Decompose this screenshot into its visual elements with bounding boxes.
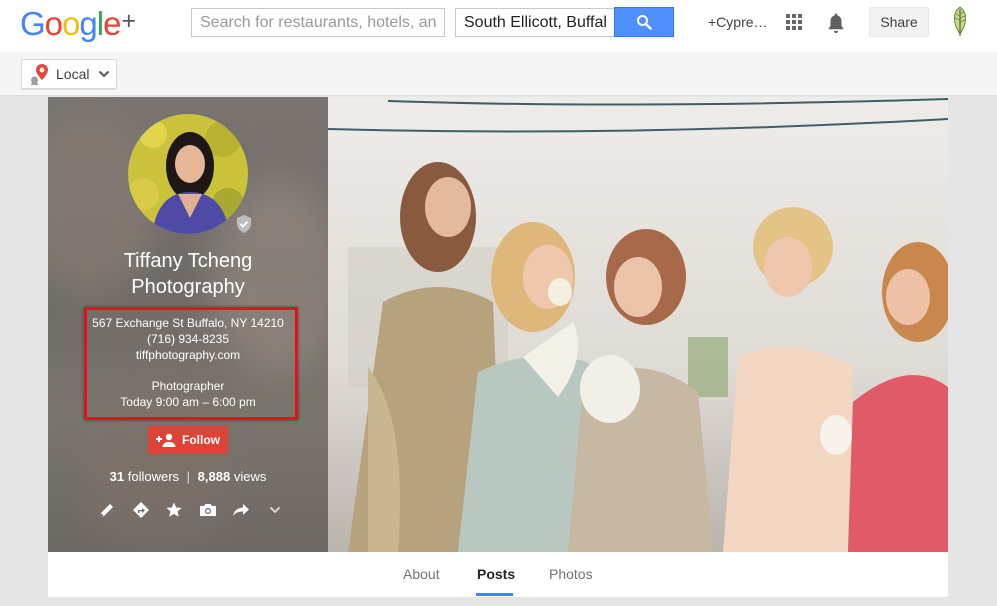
profile-avatar[interactable] [128, 114, 248, 234]
camera-icon[interactable] [197, 499, 219, 521]
logo-letter: o [44, 5, 63, 42]
tab-posts[interactable]: Posts [477, 566, 515, 582]
cover-photo-image [328, 97, 948, 552]
notifications-bell-icon[interactable] [826, 12, 846, 34]
google-plus-logo[interactable]: Google+ [20, 5, 136, 43]
action-icons-row [96, 498, 286, 522]
directions-icon[interactable] [130, 499, 152, 521]
logo-letter: G [20, 5, 46, 42]
phone-text[interactable]: (716) 934-8235 [48, 331, 328, 347]
page-tabs: About Posts Photos [48, 552, 948, 597]
cover-photo[interactable] [328, 97, 948, 552]
chevron-down-icon[interactable] [264, 499, 286, 521]
business-name-line2: Photography [131, 276, 245, 298]
active-tab-indicator [476, 593, 513, 596]
address-text[interactable]: 567 Exchange St Buffalo, NY 14210 [48, 315, 328, 331]
verified-shield-icon [237, 215, 251, 233]
page-stats: 31 followers | 8,888 views [48, 469, 328, 484]
share-button[interactable]: Share [869, 7, 929, 37]
search-icon [637, 15, 652, 30]
pencil-icon[interactable] [96, 499, 118, 521]
search-button[interactable] [614, 7, 674, 37]
user-profile-link[interactable]: +Cypre… [708, 14, 768, 30]
profile-photo [128, 114, 248, 234]
map-pin-icon [31, 64, 48, 85]
follow-label: Follow [182, 433, 220, 447]
profile-panel: Tiffany Tcheng Photography 567 Exchange … [48, 97, 328, 552]
add-person-icon [156, 433, 176, 447]
secondary-bar: Local [0, 52, 997, 96]
logo-letter: e [103, 5, 121, 42]
local-dropdown-button[interactable]: Local [21, 59, 117, 89]
chevron-down-icon [99, 70, 110, 78]
business-name-line1: Tiffany Tcheng [123, 250, 253, 272]
location-input[interactable] [455, 8, 615, 37]
business-name: Tiffany Tcheng Photography [48, 248, 328, 300]
tab-about[interactable]: About [403, 566, 440, 582]
account-avatar[interactable] [950, 6, 970, 38]
follow-button[interactable]: Follow [148, 426, 228, 454]
followers-label: followers [127, 469, 180, 484]
tab-photos[interactable]: Photos [549, 566, 593, 582]
business-info: 567 Exchange St Buffalo, NY 14210 (716) … [48, 315, 328, 410]
logo-wordmark: Google [20, 5, 121, 43]
business-page-card: Tiffany Tcheng Photography 567 Exchange … [48, 97, 948, 597]
local-label: Local [56, 66, 90, 82]
hours-text[interactable]: Today 9:00 am – 6:00 pm [48, 394, 328, 410]
views-label: views [233, 469, 267, 484]
logo-letter: g [79, 5, 97, 42]
top-bar: Google+ +Cypre… Share [0, 0, 997, 52]
followers-count[interactable]: 31 [110, 469, 124, 484]
views-count: 8,888 [197, 469, 231, 484]
search-input[interactable] [191, 8, 445, 37]
star-icon[interactable] [163, 499, 185, 521]
website-link[interactable]: tiffphotography.com [48, 347, 328, 363]
logo-plus: + [121, 7, 137, 35]
apps-grid-icon[interactable] [786, 14, 802, 30]
category-text: Photographer [151, 379, 225, 393]
logo-letter: o [62, 5, 80, 42]
share-arrow-icon[interactable] [230, 499, 252, 521]
stats-separator: | [186, 469, 191, 484]
